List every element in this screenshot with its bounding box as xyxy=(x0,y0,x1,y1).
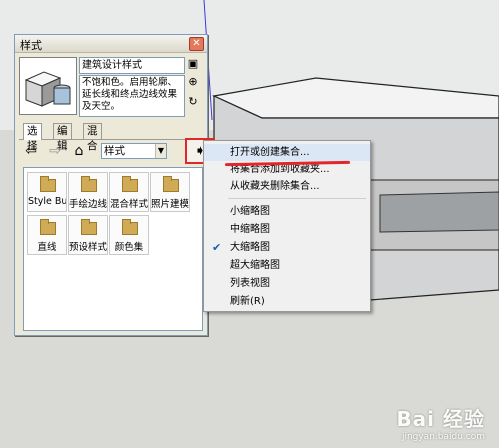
watermark: Bai 经验 jingyan.baidu.com xyxy=(396,403,485,442)
folder-label: 照片建模 xyxy=(151,199,189,210)
tab-select[interactable]: 选择 xyxy=(23,123,42,152)
menu-separator xyxy=(228,198,366,199)
folder-item[interactable]: 手绘边线 xyxy=(68,172,108,212)
panel-title: 样式 xyxy=(20,39,42,52)
folder-item[interactable]: 直线 xyxy=(27,215,67,255)
folder-icon xyxy=(163,176,179,192)
folder-item[interactable]: Style Buil xyxy=(27,172,67,212)
tab-divider xyxy=(19,139,203,140)
folder-icon xyxy=(81,176,97,192)
styles-panel: 样式 ✕ 建筑设计样式 不饱和色。启用轮廓、延长线和终点边线效果及天空。 ▣ ⊕… xyxy=(14,34,215,336)
collection-select-value: 样式 xyxy=(104,145,125,157)
folder-icon xyxy=(122,219,138,235)
menu-item-large-thumbnails[interactable]: 大缩略图 xyxy=(204,239,370,256)
collection-select[interactable]: 样式 ▼ xyxy=(101,143,167,159)
style-library-grid: Style Buil 手绘边线 混合样式 照片建模 直线 预设样式 颜色集 xyxy=(23,167,203,331)
folder-icon xyxy=(40,219,56,235)
checkmark-icon: ✔ xyxy=(212,241,222,254)
menu-item-open-create-collection[interactable]: 打开或创建集合... xyxy=(204,144,370,161)
panel-titlebar[interactable]: 样式 ✕ xyxy=(15,35,207,53)
nav-row: ⇦ ⇨ ⌂ 样式 ▼ ➧ xyxy=(23,138,215,164)
folder-label: Style Buil xyxy=(28,196,66,207)
folder-item[interactable]: 预设样式 xyxy=(68,215,108,255)
tab-mix[interactable]: 混合 xyxy=(83,123,102,152)
forward-arrow-icon[interactable]: ⇨ xyxy=(47,143,63,159)
watermark-url: jingyan.baidu.com xyxy=(401,432,485,442)
style-thumbnail xyxy=(19,57,77,115)
home-icon[interactable]: ⌂ xyxy=(71,143,87,159)
menu-item-small-thumbnails[interactable]: 小缩略图 xyxy=(204,203,370,220)
style-description-field[interactable]: 不饱和色。启用轮廓、延长线和终点边线效果及天空。 xyxy=(79,75,185,117)
tab-edit[interactable]: 编辑 xyxy=(53,123,72,152)
close-icon[interactable]: ✕ xyxy=(189,37,204,51)
menu-item-refresh[interactable]: 刷新(R) xyxy=(204,293,370,310)
folder-item[interactable]: 颜色集 xyxy=(109,215,149,255)
folder-label: 手绘边线 xyxy=(69,199,107,210)
menu-item-extra-large-thumbnails[interactable]: 超大缩略图 xyxy=(204,257,370,274)
create-style-icon[interactable]: ▣ xyxy=(186,57,200,71)
folder-item[interactable]: 混合样式 xyxy=(109,172,149,212)
chevron-down-icon[interactable]: ▼ xyxy=(155,144,166,158)
refresh-icon[interactable]: ↻ xyxy=(186,95,200,109)
menu-item-list-view[interactable]: 列表视图 xyxy=(204,275,370,292)
watermark-logo: Bai 经验 xyxy=(396,407,485,431)
style-name-field[interactable]: 建筑设计样式 xyxy=(79,57,185,74)
folder-item[interactable]: 照片建模 xyxy=(150,172,190,212)
menu-item-medium-thumbnails[interactable]: 中缩略图 xyxy=(204,221,370,238)
folder-icon xyxy=(40,176,56,192)
update-style-icon[interactable]: ⊕ xyxy=(186,75,200,89)
folder-label: 混合样式 xyxy=(110,199,148,210)
folder-label: 颜色集 xyxy=(114,242,144,253)
menu-item-remove-from-favorites[interactable]: 从收藏夹删除集合... xyxy=(204,178,370,195)
folder-icon xyxy=(122,176,138,192)
folder-icon xyxy=(81,219,97,235)
folder-label: 预设样式 xyxy=(69,242,107,253)
folder-label: 直线 xyxy=(37,242,57,253)
